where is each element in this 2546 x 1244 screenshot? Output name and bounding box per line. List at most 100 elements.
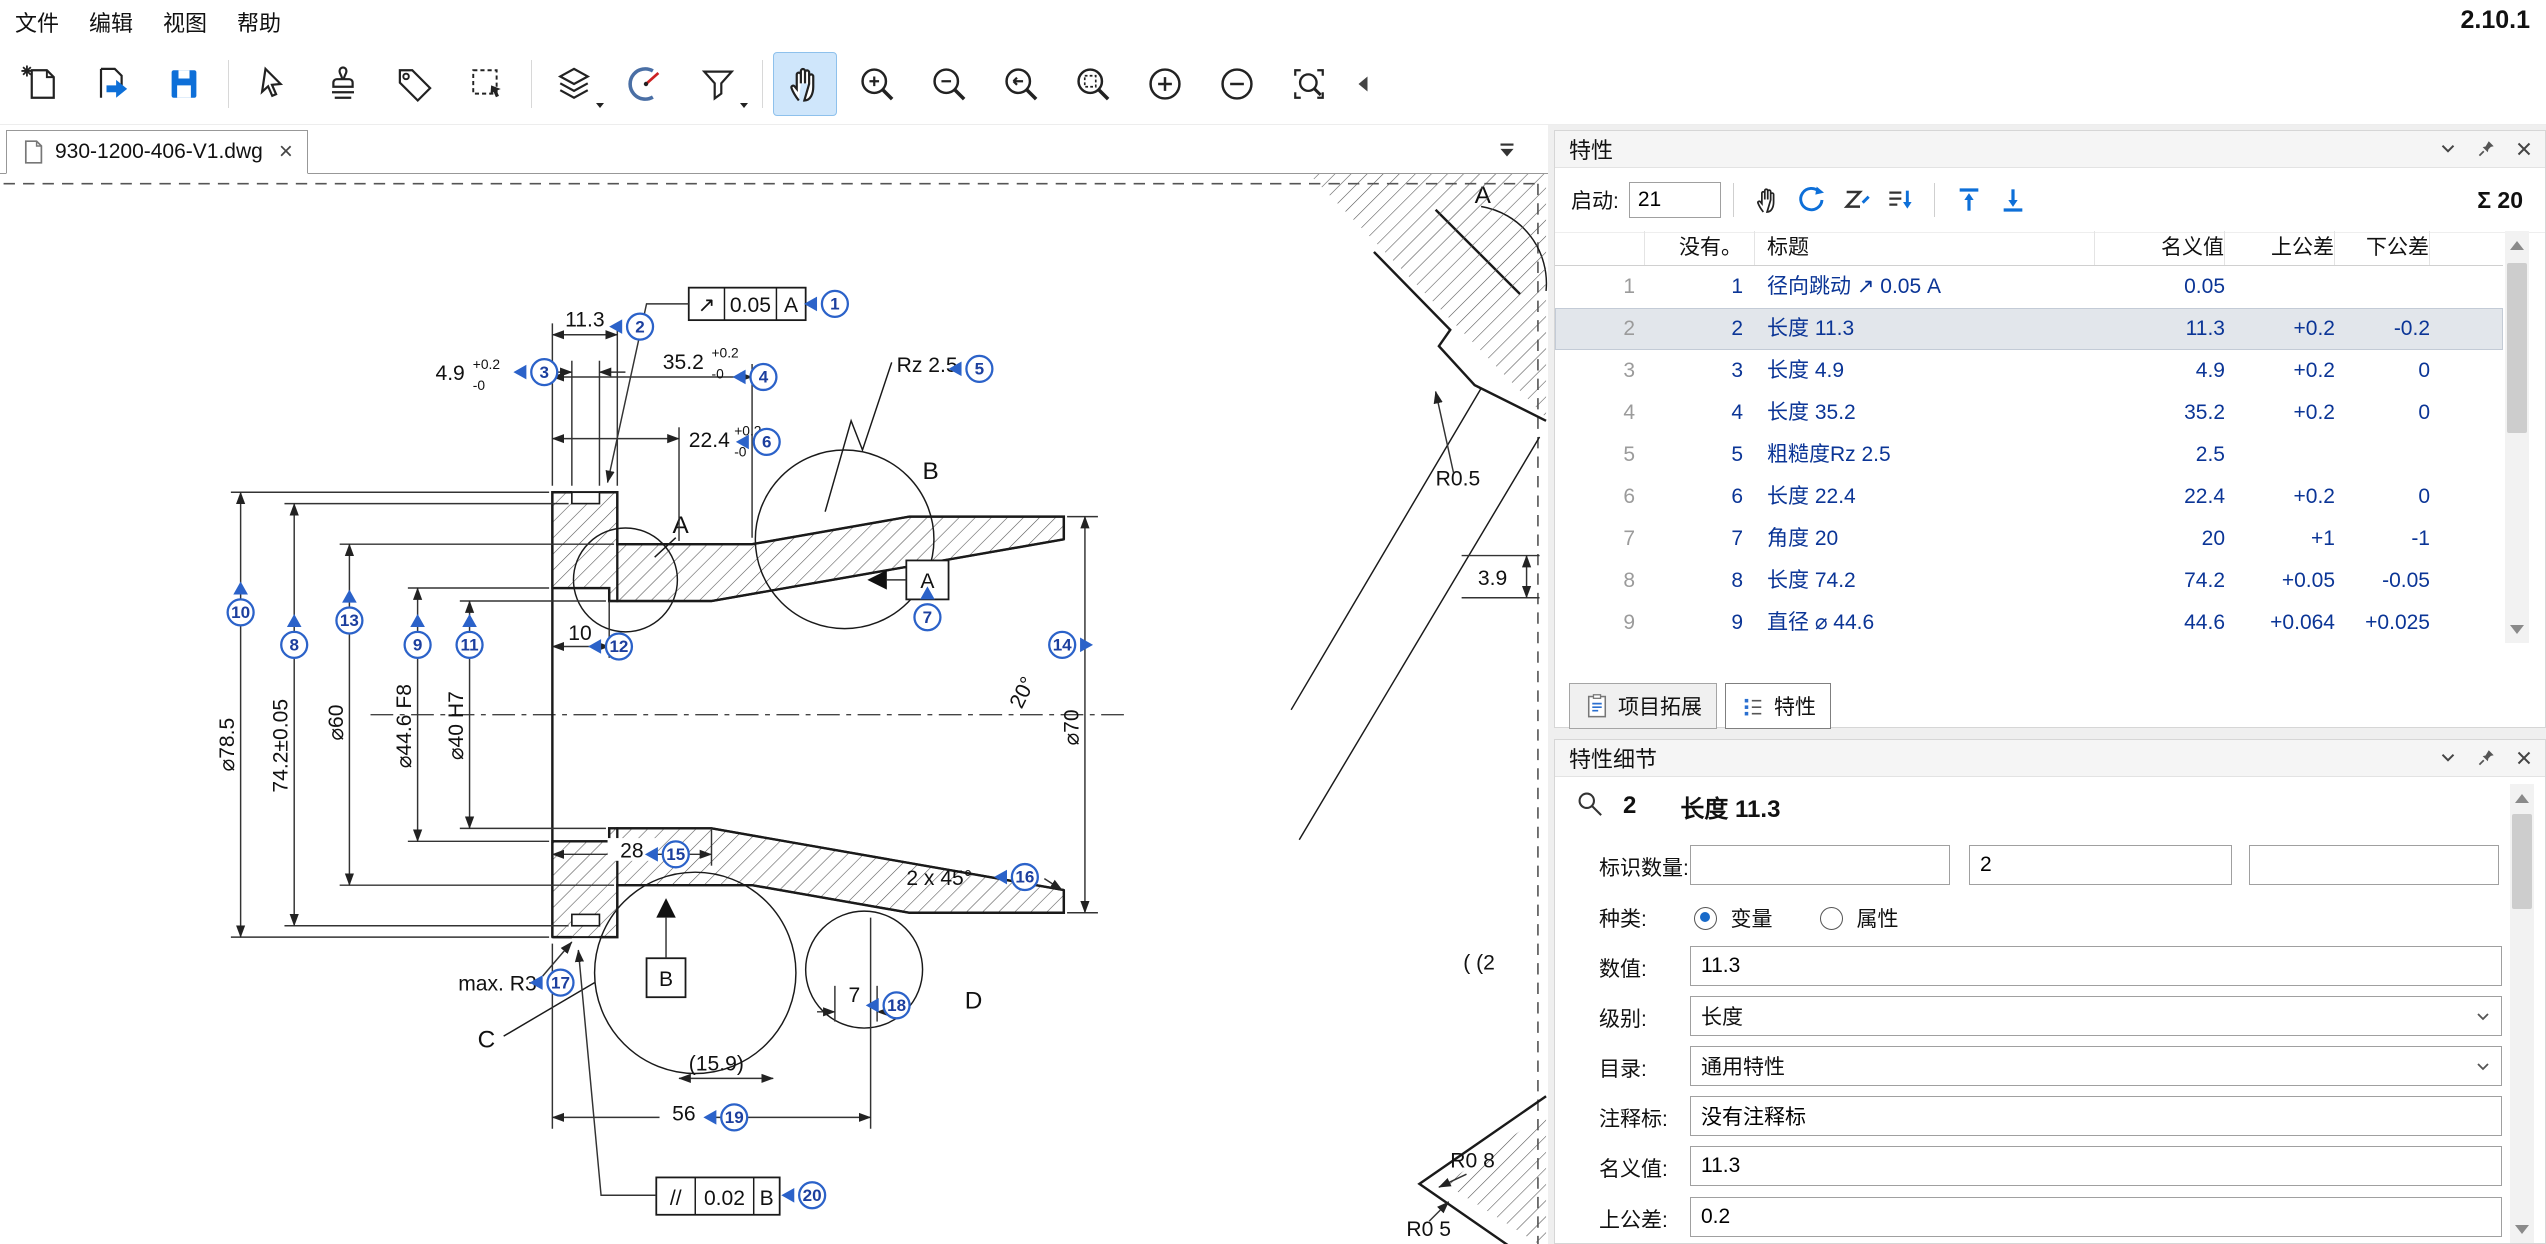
row-index: 7: [1555, 518, 1645, 560]
new-document-button[interactable]: [8, 52, 72, 116]
balloon-11[interactable]: 11: [457, 614, 483, 658]
menu-file[interactable]: 文件: [0, 2, 74, 42]
catalog-select[interactable]: 通用特性: [1690, 1046, 2502, 1086]
zoom-out-button[interactable]: [917, 52, 981, 116]
annotation-input[interactable]: [1690, 1096, 2502, 1136]
pan-tool-button[interactable]: [773, 52, 837, 116]
zoom-previous-button[interactable]: [989, 52, 1053, 116]
table-row-selected[interactable]: 22长度 11.311.3+0.2-0.2: [1555, 308, 2503, 350]
tab-characteristics[interactable]: 特性: [1725, 683, 1831, 729]
zoom-in-button[interactable]: [845, 52, 909, 116]
toolbar-overflow-button[interactable]: [1349, 52, 1377, 116]
decrease-button[interactable]: [1205, 52, 1269, 116]
select-cursor-button[interactable]: [239, 52, 303, 116]
drawing-canvas[interactable]: A B C D A B ↗ 0.05 A //: [0, 174, 1548, 1244]
details-scrollbar[interactable]: [2510, 784, 2534, 1243]
table-row[interactable]: 55粗糙度Rz 2.52.5: [1555, 434, 2503, 476]
marquee-select-button[interactable]: [455, 52, 519, 116]
stamp-tool-button[interactable]: [311, 52, 375, 116]
table-row[interactable]: 33长度 4.94.9+0.20: [1555, 350, 2503, 392]
balloon-20[interactable]: 20: [781, 1182, 825, 1208]
svg-text:12: 12: [609, 637, 628, 656]
variable-radio-label[interactable]: 变量: [1730, 908, 1772, 931]
id-count-input-1[interactable]: [1690, 845, 1950, 885]
apply-list-button[interactable]: [1878, 178, 1922, 222]
gauge-tool-button[interactable]: [614, 52, 678, 116]
col-nominal[interactable]: 名义值: [2095, 231, 2225, 265]
field-label: 注释标:: [1599, 1103, 1668, 1133]
table-row[interactable]: 66长度 22.422.4+0.20: [1555, 476, 2503, 518]
menu-edit[interactable]: 编辑: [74, 2, 148, 42]
rename-tool-button[interactable]: [1834, 178, 1878, 222]
dim-7: 7: [849, 984, 861, 1007]
pin-icon[interactable]: [2475, 138, 2497, 160]
table-row[interactable]: 44长度 35.235.2+0.20: [1555, 392, 2503, 434]
table-row[interactable]: 88长度 74.274.2+0.05-0.05: [1555, 560, 2503, 602]
balloon-8[interactable]: 8: [281, 614, 307, 658]
save-button[interactable]: [152, 52, 216, 116]
filter-button[interactable]: [686, 52, 750, 116]
balloon-12[interactable]: 12: [588, 633, 632, 659]
table-scrollbar[interactable]: [2505, 231, 2529, 643]
scroll-up-icon[interactable]: [2510, 784, 2534, 812]
balloon-2[interactable]: 2: [609, 314, 653, 340]
tag-tool-button[interactable]: [383, 52, 447, 116]
attribute-radio[interactable]: [1820, 907, 1843, 930]
balloon-19[interactable]: 19: [703, 1104, 747, 1130]
zoom-window-button[interactable]: [1061, 52, 1125, 116]
tab-close-icon[interactable]: ×: [279, 140, 293, 164]
pan-tool-small-button[interactable]: [1746, 178, 1790, 222]
id-count-input-3[interactable]: [2249, 845, 2499, 885]
balloon-1[interactable]: 1: [804, 291, 848, 317]
balloon-13[interactable]: 13: [336, 590, 362, 634]
scroll-down-icon[interactable]: [2505, 615, 2529, 643]
col-title[interactable]: 标题: [1755, 231, 2095, 265]
scrollbar-thumb[interactable]: [2507, 263, 2527, 433]
scroll-up-icon[interactable]: [2505, 231, 2529, 259]
balloon-18[interactable]: 18: [866, 992, 910, 1018]
tab-list-dropdown-button[interactable]: [1494, 137, 1520, 168]
increase-button[interactable]: [1133, 52, 1197, 116]
col-no[interactable]: 没有。: [1645, 231, 1755, 265]
move-top-button[interactable]: [1947, 178, 1991, 222]
scrollbar-thumb[interactable]: [2512, 814, 2532, 909]
level-select[interactable]: 长度: [1690, 996, 2502, 1036]
menu-help[interactable]: 帮助: [222, 2, 296, 42]
table-row[interactable]: 77角度 2020+1-1: [1555, 518, 2503, 560]
attribute-radio-label[interactable]: 属性: [1856, 908, 1898, 931]
refresh-button[interactable]: [1790, 178, 1834, 222]
document-icon: [21, 138, 45, 166]
balloon-3[interactable]: 3: [513, 359, 557, 385]
balloon-4[interactable]: 4: [733, 364, 777, 390]
zoom-fit-button[interactable]: [1277, 52, 1341, 116]
upper-tol-input[interactable]: [1690, 1197, 2502, 1237]
dim-35-2-sup: +0.2: [711, 345, 738, 360]
document-tab[interactable]: 930-1200-406-V1.dwg ×: [6, 130, 308, 174]
open-document-button[interactable]: [80, 52, 144, 116]
layers-button[interactable]: [542, 52, 606, 116]
nominal-input[interactable]: [1690, 1146, 2502, 1186]
layers-icon: [552, 62, 596, 106]
table-row[interactable]: 11径向跳动 ↗ 0.05 A0.05: [1555, 266, 2503, 308]
row-index: 4: [1555, 392, 1645, 434]
menu-view[interactable]: 视图: [148, 2, 222, 42]
scroll-down-icon[interactable]: [2510, 1215, 2534, 1243]
balloon-10[interactable]: 10: [228, 582, 254, 626]
col-lower[interactable]: 下公差: [2335, 231, 2430, 265]
table-row[interactable]: 99直径 ⌀ 44.644.6+0.064+0.025: [1555, 602, 2503, 644]
tab-project-extension[interactable]: 项目拓展: [1569, 683, 1717, 729]
balloon-9[interactable]: 9: [405, 614, 431, 658]
value-input[interactable]: [1690, 946, 2502, 986]
close-icon[interactable]: [2513, 138, 2535, 160]
col-upper[interactable]: 上公差: [2225, 231, 2335, 265]
pin-icon[interactable]: [2475, 747, 2497, 769]
move-bottom-button[interactable]: [1991, 178, 2035, 222]
balloon-14[interactable]: 14: [1049, 632, 1093, 658]
start-input[interactable]: [1629, 182, 1721, 218]
close-icon[interactable]: [2513, 747, 2535, 769]
id-count-input-2[interactable]: [1969, 845, 2232, 885]
properties-toolbar: 启动:: [1555, 168, 2545, 233]
variable-radio[interactable]: [1694, 907, 1717, 930]
chevron-down-icon[interactable]: [2437, 747, 2459, 769]
chevron-down-icon[interactable]: [2437, 138, 2459, 160]
